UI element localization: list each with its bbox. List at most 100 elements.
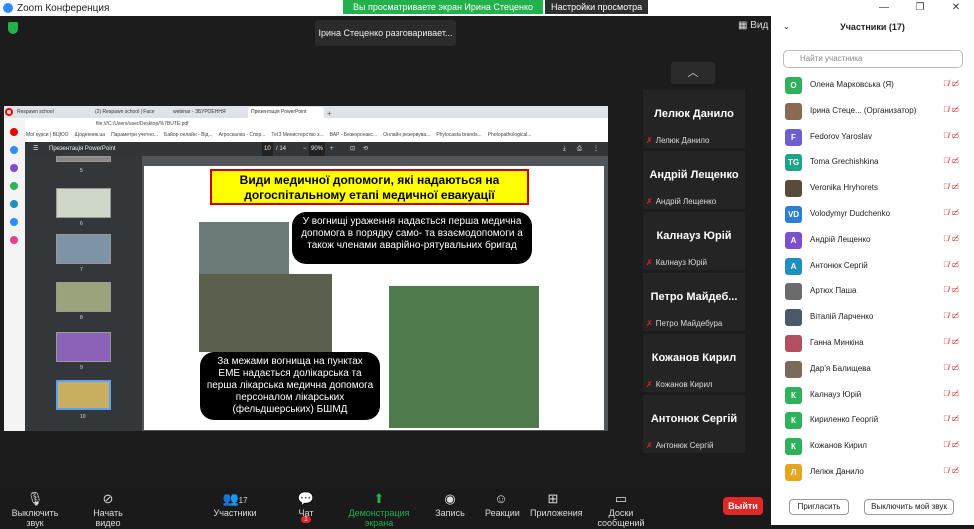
muted-status-icon: 🎙̸ ▭̸ xyxy=(943,362,959,372)
page-thumbnail[interactable] xyxy=(56,156,111,162)
reactions-button[interactable]: ☺ Реакции xyxy=(485,490,520,518)
browser-tab-active[interactable]: Презентація PowerPoint xyxy=(248,107,324,118)
bookmark[interactable]: Онлайн резервува... xyxy=(383,130,430,140)
bookmark[interactable]: ВАР - Безкоронакс... xyxy=(330,130,378,140)
participant-row[interactable]: К Кириленко Георгій 🎙̸ ▭̸ xyxy=(785,409,967,433)
browser-tab[interactable]: webinar - ЗБУРОЕННЯ xyxy=(170,107,246,118)
minimize-button[interactable]: — xyxy=(866,0,902,16)
video-tile-label: ✗ Лелюк Данило xyxy=(646,136,710,145)
participant-row[interactable]: Дар'я Балищева 🎙̸ ▭̸ xyxy=(785,358,967,382)
new-tab-icon[interactable]: + xyxy=(327,109,332,118)
video-tile[interactable]: Калнауз Юрій ✗ Калнауз Юрій xyxy=(643,212,745,270)
participant-row[interactable]: А Антонюк Сергій 🎙̸ ▭̸ xyxy=(785,255,967,279)
speech-bubble-2: За межами вогнища на пунктах ЕМЕ надаєть… xyxy=(200,352,380,420)
avatar: А xyxy=(785,231,802,249)
page-number-input[interactable]: 10 xyxy=(262,142,273,156)
microphone-icon: 🎙 xyxy=(26,491,44,506)
participant-row[interactable]: О Олена Марковська (Я) 🎙̸ ▭̸ xyxy=(785,74,967,98)
participant-row[interactable]: А Андрій Лещенко 🎙̸ ▭̸ xyxy=(785,229,967,253)
sidebar-app-icon[interactable] xyxy=(10,218,18,226)
mute-me-button[interactable]: Выключить мой звук xyxy=(864,499,954,515)
muted-status-icon: 🎙̸ ▭̸ xyxy=(943,130,959,140)
record-icon: ◉ xyxy=(444,491,456,506)
participant-row[interactable]: Ганна Минкіна 🎙̸ ▭̸ xyxy=(785,332,967,356)
sidebar-app-icon[interactable] xyxy=(10,128,18,136)
menu-icon[interactable]: ☰ xyxy=(33,142,38,156)
download-icon[interactable]: ⤓ xyxy=(563,142,566,156)
video-tile-name: Кожанов Кирил xyxy=(651,352,737,364)
page-thumbnail[interactable] xyxy=(56,188,111,218)
participant-name: Калнауз Юрій xyxy=(810,389,862,399)
rotate-icon[interactable]: ⟲ xyxy=(363,142,368,156)
mute-button-label: Выключить звук xyxy=(11,508,59,528)
more-options-icon[interactable]: ⋮ xyxy=(593,142,599,156)
participant-row[interactable]: К Кожанов Кирил 🎙̸ ▭̸ xyxy=(785,435,967,459)
fit-page-icon[interactable]: ⊡ xyxy=(350,142,355,156)
zoom-level[interactable]: 90% xyxy=(309,142,326,156)
restore-button[interactable]: ❐ xyxy=(902,0,938,16)
participant-row[interactable]: VD Volodymyr Dudchenko 🎙̸ ▭̸ xyxy=(785,203,967,227)
security-shield-icon[interactable] xyxy=(8,22,18,34)
video-tile-name: Андрій Лещенко xyxy=(649,169,739,181)
muted-status-icon: 🎙̸ ▭̸ xyxy=(943,337,959,346)
invite-button[interactable]: Пригласить xyxy=(789,499,849,515)
bookmark[interactable]: Параметри учетно... xyxy=(111,130,158,140)
participant-name: Лелюк Данило xyxy=(810,467,864,476)
participant-row[interactable]: F Fedorov Yaroslav 🎙̸ ▭̸ xyxy=(785,126,967,150)
participants-button[interactable]: 👥17 Участники xyxy=(213,490,257,518)
muted-mic-icon: ✗ xyxy=(646,258,653,267)
sidebar-app-icon[interactable] xyxy=(10,236,18,244)
browser-tab[interactable]: Respawn school xyxy=(14,107,90,118)
apps-button[interactable]: ⊞ Приложения xyxy=(530,490,583,518)
page-thumbnail-active[interactable] xyxy=(56,380,111,410)
close-button[interactable]: ✕ xyxy=(938,0,974,16)
zoom-out-icon[interactable]: − xyxy=(303,142,307,156)
video-tile[interactable]: Андрій Лещенко ✗ Андрій Лещенко xyxy=(643,151,745,209)
participant-name: Андрій Лещенко xyxy=(810,234,871,244)
participant-row[interactable]: Артюх Паша 🎙̸ ▭̸ xyxy=(785,280,967,304)
bookmark[interactable]: Photopathological... xyxy=(488,130,532,140)
sidebar-app-icon[interactable] xyxy=(10,164,18,172)
page-thumbnail[interactable] xyxy=(56,234,111,264)
start-video-button[interactable]: ⊘ Начать видео xyxy=(80,490,136,528)
bookmark[interactable]: Phylocasta brands... xyxy=(436,130,481,140)
leave-meeting-button[interactable]: Выйти xyxy=(723,497,763,515)
participant-row[interactable]: TG Toma Grechishkina 🎙̸ ▭̸ xyxy=(785,151,967,175)
sidebar-app-icon[interactable] xyxy=(10,182,18,190)
video-tile[interactable]: Лелюк Данило ✗ Лелюк Данило xyxy=(643,90,745,148)
participant-row[interactable]: К Калнауз Юрій 🎙̸ ▭̸ xyxy=(785,384,967,408)
print-icon[interactable]: ⎙ xyxy=(577,142,582,156)
mute-button[interactable]: 🎙 Выключить звук xyxy=(4,490,66,528)
page-thumbnail[interactable] xyxy=(56,332,111,362)
bookmark[interactable]: Мої курси | ВЦЮО xyxy=(26,130,69,140)
whiteboards-button[interactable]: ▭ Доски сообщений xyxy=(588,490,654,528)
sidebar-app-icon[interactable] xyxy=(10,200,18,208)
video-tile[interactable]: Петро Майдеб... ✗ Петро Майдебура xyxy=(643,273,745,331)
participant-row[interactable]: Віталій Ларченко 🎙̸ ▭̸ xyxy=(785,306,967,330)
participant-search-input[interactable]: Найти участника xyxy=(783,50,963,68)
participant-row[interactable]: Л Лелюк Данило 🎙̸ ▭̸ xyxy=(785,461,967,485)
participant-row[interactable]: Veronika Hryhorets 🎙̸ ▭̸ xyxy=(785,177,967,201)
thumbnail-number: 8 xyxy=(80,315,83,321)
address-bar[interactable]: file:///C:/Users/user/Desktop/%7BUTE.pdf xyxy=(4,118,608,130)
bookmark[interactable]: Щоденник.ua xyxy=(75,130,106,140)
share-screen-button[interactable]: ⬆ Демонстрация экрана xyxy=(338,490,420,528)
avatar: А xyxy=(785,257,802,275)
record-button[interactable]: ◉ Запись xyxy=(435,490,465,518)
view-options-button[interactable]: Настройки просмотра xyxy=(545,0,649,14)
video-tile[interactable]: Антонюк Сергій ✗ Антонюк Сергій xyxy=(643,395,745,453)
chat-button[interactable]: 💬1 Чат xyxy=(295,490,317,523)
browser-tab[interactable]: (2) Respawn school | Face xyxy=(92,107,168,118)
bookmark[interactable]: Байор онлайн - Від... xyxy=(164,130,213,140)
photo-firefighters xyxy=(199,274,332,352)
participant-row[interactable]: Ірина Стеце... (Организатор) 🎙̸ ▭̸ xyxy=(785,100,967,124)
bookmark[interactable]: ТеІЗ Министерство з... xyxy=(271,130,323,140)
page-thumbnail[interactable] xyxy=(56,282,111,312)
video-tile-label-text: Лелюк Данило xyxy=(655,136,710,145)
zoom-in-icon[interactable]: + xyxy=(330,142,334,156)
sidebar-app-icon[interactable] xyxy=(10,146,18,154)
bookmark[interactable]: Агроскалка - Спор... xyxy=(219,130,266,140)
video-tile[interactable]: Кожанов Кирил ✗ Кожанов Кирил xyxy=(643,334,745,392)
avatar: К xyxy=(785,412,802,430)
muted-status-icon: 🎙̸ ▭̸ xyxy=(943,104,959,114)
